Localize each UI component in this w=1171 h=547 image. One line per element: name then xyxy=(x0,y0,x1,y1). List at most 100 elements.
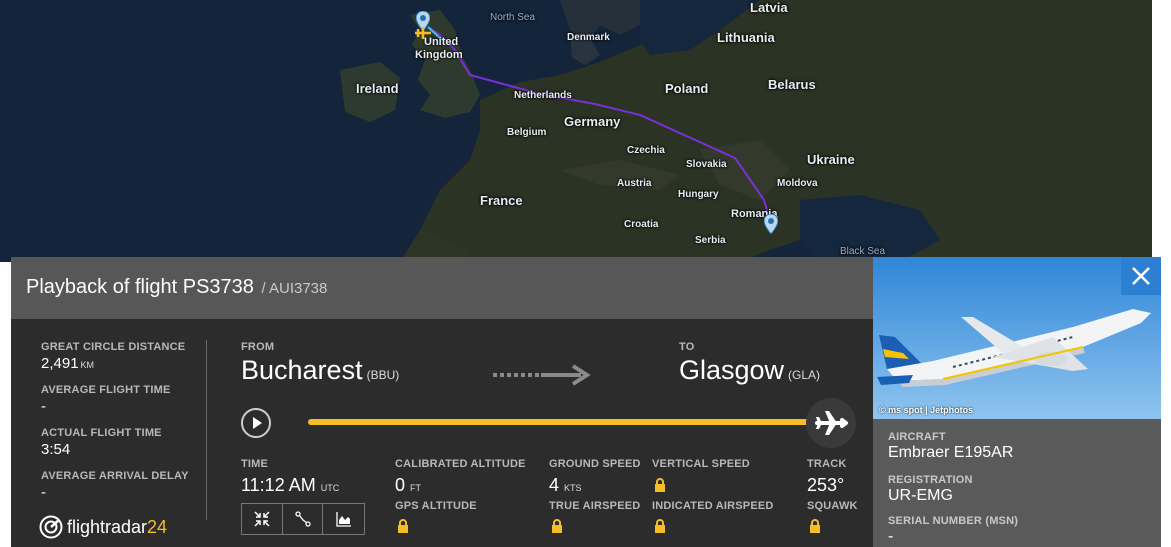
from-airport-code: (BBU) xyxy=(366,368,400,382)
altitude-unit: FT xyxy=(410,483,422,493)
map-label-netherlands: Netherlands xyxy=(514,90,572,101)
time-number: 11:12 AM xyxy=(241,475,316,495)
map-edge-strip xyxy=(1152,0,1171,262)
calibrated-altitude-label: CALIBRATED ALTITUDE xyxy=(395,458,526,470)
lock-icon xyxy=(654,478,666,497)
map-label-black-sea: Black Sea xyxy=(840,246,886,257)
map-label-ireland: Ireland xyxy=(356,81,399,96)
playback-handle[interactable] xyxy=(806,398,856,448)
panel-title: Playback of flight PS3738 / AUI3738 xyxy=(26,276,327,299)
time-value: 11:12 AM UTC xyxy=(241,475,339,496)
registration-value: UR-EMG xyxy=(888,487,953,504)
photo-credit[interactable]: © ms spot | Jetphotos xyxy=(879,405,973,415)
map-label-belgium: Belgium xyxy=(507,127,547,138)
from-city[interactable]: Bucharest (BBU) xyxy=(241,355,399,386)
map-label-austria: Austria xyxy=(617,178,652,189)
arrow-right-icon xyxy=(493,364,591,391)
panel-header: Playback of flight PS3738 / AUI3738 xyxy=(11,257,873,319)
to-city-name: Glasgow xyxy=(679,355,785,385)
close-button[interactable] xyxy=(1121,257,1161,295)
map-label-moldova: Moldova xyxy=(777,178,818,189)
altitude-number: 0 xyxy=(395,475,406,495)
distance-number: 2,491 xyxy=(41,355,79,372)
playback-slider[interactable] xyxy=(308,419,828,425)
lock-icon xyxy=(654,519,666,538)
ground-speed-value: 4 KTS xyxy=(549,475,582,496)
radar-logo-icon xyxy=(39,515,63,539)
squawk-label: SQUAWK xyxy=(807,500,858,512)
serial-number-label: SERIAL NUMBER (MSN) xyxy=(888,515,1019,527)
avg-arrival-delay-label: AVERAGE ARRIVAL DELAY xyxy=(41,470,189,482)
indicated-airspeed-label: INDICATED AIRSPEED xyxy=(652,500,774,512)
time-label: TIME xyxy=(241,458,269,470)
aircraft-details: AIRCRAFT Embraer E195AR REGISTRATION UR-… xyxy=(873,419,1161,547)
aircraft-label: AIRCRAFT xyxy=(888,431,946,443)
actual-flight-time-value: 3:54 xyxy=(41,441,71,458)
map-label-hungary: Hungary xyxy=(678,189,719,200)
map-label-poland: Poland xyxy=(665,81,709,96)
lock-icon xyxy=(397,519,409,538)
true-airspeed-label: TRUE AIRSPEED xyxy=(549,500,641,512)
play-button[interactable] xyxy=(241,408,271,438)
aircraft-marker-icon[interactable] xyxy=(414,26,432,45)
actual-flight-time-label: ACTUAL FLIGHT TIME xyxy=(41,427,162,439)
avg-arrival-delay-value: - xyxy=(41,484,46,501)
to-city[interactable]: Glasgow (GLA) xyxy=(679,355,820,386)
registration-label: REGISTRATION xyxy=(888,474,973,486)
to-airport-code: (GLA) xyxy=(788,368,821,382)
route-button[interactable] xyxy=(283,504,324,534)
flight-map[interactable]: Latvia North Sea Denmark Lithuania Unite… xyxy=(0,0,1171,262)
serial-number-value: - xyxy=(888,528,894,545)
playback-panel: Playback of flight PS3738 / AUI3738 GREA… xyxy=(11,257,873,547)
vertical-speed-label: VERTICAL SPEED xyxy=(652,458,750,470)
fit-view-button[interactable] xyxy=(242,504,283,534)
ground-speed-label: GROUND SPEED xyxy=(549,458,641,470)
close-icon xyxy=(1132,267,1150,285)
gps-altitude-label: GPS ALTITUDE xyxy=(395,500,477,512)
aircraft-value: Embraer E195AR xyxy=(888,444,1014,461)
collapse-icon xyxy=(254,511,270,527)
calibrated-altitude-value: 0 FT xyxy=(395,475,421,496)
avg-flight-time-label: AVERAGE FLIGHT TIME xyxy=(41,384,171,396)
playback-progress xyxy=(308,419,818,425)
map-label-kingdom: Kingdom xyxy=(415,49,463,61)
track-label: TRACK xyxy=(807,458,847,470)
map-label-france: France xyxy=(480,193,523,208)
map-label-north-sea: North Sea xyxy=(490,12,536,23)
track-value: 253° xyxy=(807,475,845,495)
map-label-belarus: Belarus xyxy=(768,77,816,92)
avg-flight-time-value: - xyxy=(41,398,46,415)
airplane-icon xyxy=(815,411,848,435)
great-circle-distance-label: GREAT CIRCLE DISTANCE xyxy=(41,341,186,353)
logo-text: flightradar xyxy=(67,516,148,537)
map-controls xyxy=(241,503,365,535)
great-circle-distance-value: 2,491 KM xyxy=(41,355,94,372)
aircraft-photo[interactable] xyxy=(873,257,1161,419)
aircraft-photo-image xyxy=(873,257,1161,419)
time-unit: UTC xyxy=(320,483,340,493)
from-city-name: Bucharest xyxy=(241,355,363,385)
map-label-latvia: Latvia xyxy=(750,0,788,15)
route-icon xyxy=(294,511,311,527)
play-icon xyxy=(253,417,262,429)
ground-speed-number: 4 xyxy=(549,475,560,495)
map-label-serbia: Serbia xyxy=(695,235,726,246)
map-label-slovakia: Slovakia xyxy=(686,159,727,170)
map-label-germany: Germany xyxy=(564,114,621,129)
graph-button[interactable] xyxy=(323,504,364,534)
distance-unit: KM xyxy=(80,360,95,370)
map-label-czechia: Czechia xyxy=(627,145,665,156)
flight-title: Playback of flight PS3738 xyxy=(26,276,254,298)
map-label-croatia: Croatia xyxy=(624,219,659,230)
flight-callsign: / AUI3738 xyxy=(261,280,328,297)
from-label: FROM xyxy=(241,341,275,353)
logo-number: 24 xyxy=(147,516,168,537)
lock-icon xyxy=(809,519,821,538)
flightradar24-logo[interactable]: flightradar 24 xyxy=(39,515,167,539)
origin-pin-icon[interactable] xyxy=(763,213,779,239)
column-divider xyxy=(206,340,207,520)
map-label-ukraine: Ukraine xyxy=(807,152,855,167)
graph-icon xyxy=(336,512,351,527)
ground-speed-unit: KTS xyxy=(564,483,582,493)
to-label: TO xyxy=(679,341,695,353)
